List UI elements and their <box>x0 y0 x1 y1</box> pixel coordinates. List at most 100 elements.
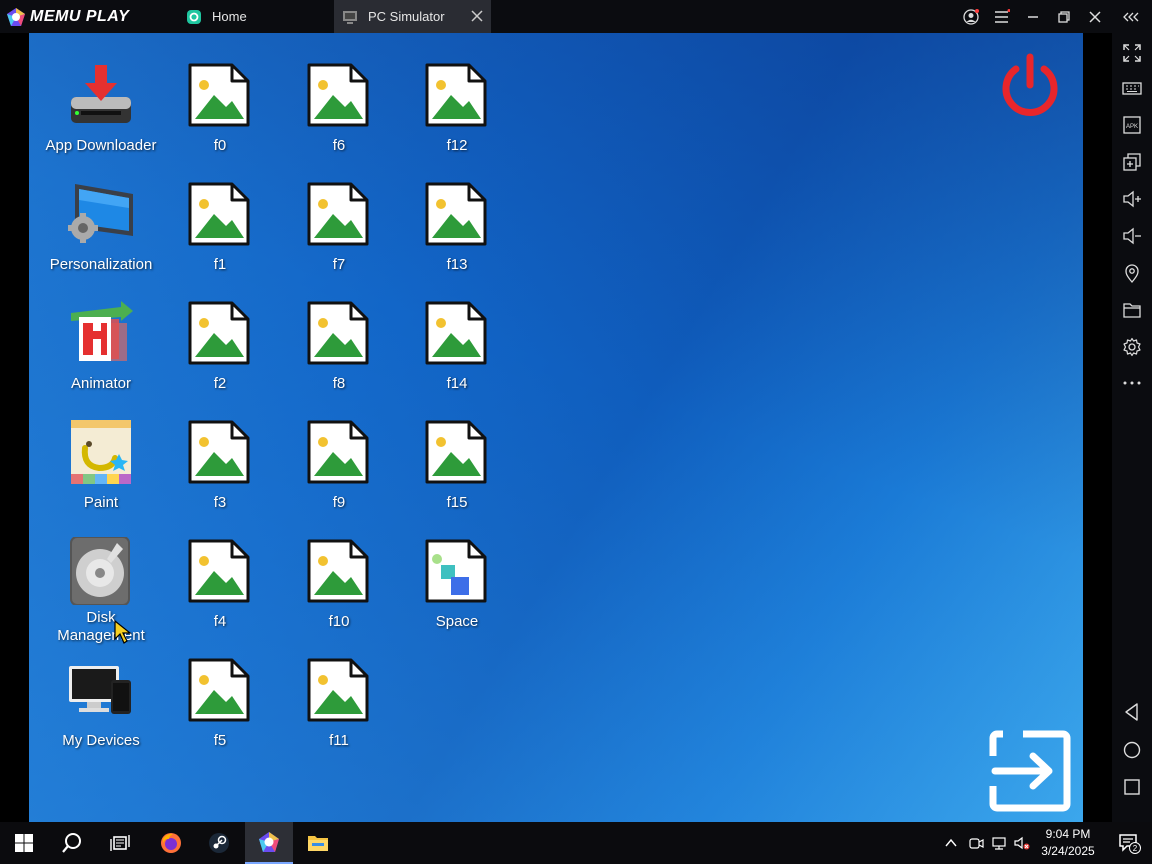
recents-square-icon <box>1124 779 1140 795</box>
app-downloader-shortcut[interactable]: App Downloader <box>41 61 161 155</box>
search-button[interactable] <box>48 822 96 864</box>
more-button[interactable] <box>1120 371 1144 395</box>
space-icon <box>425 539 487 603</box>
file-shortcut-f2[interactable]: f2 <box>160 299 280 393</box>
task-view-button[interactable] <box>96 822 144 864</box>
volume-down-button[interactable] <box>1120 224 1144 248</box>
steam-button[interactable] <box>195 822 243 864</box>
space-shortcut[interactable]: Space <box>397 537 517 631</box>
file-shortcut-f7[interactable]: f7 <box>279 180 399 274</box>
volume-muted-icon <box>1014 836 1030 850</box>
account-icon <box>962 8 979 25</box>
clock-time: 9:04 PM <box>1045 827 1091 841</box>
collapse-sidebar-button[interactable] <box>1110 0 1152 33</box>
notifications-button[interactable]: 2 <box>1106 822 1152 864</box>
paint-icon <box>71 420 131 484</box>
camera-icon <box>969 838 984 849</box>
location-button[interactable] <box>1120 261 1144 285</box>
exit-icon[interactable] <box>989 730 1071 812</box>
keyboard-icon <box>1122 82 1142 95</box>
power-icon[interactable] <box>997 53 1063 119</box>
personalization-shortcut[interactable]: Personalization <box>41 180 161 274</box>
file-shortcut-f11[interactable]: f11 <box>279 656 399 750</box>
image-file-icon <box>425 182 487 246</box>
disk-management-icon <box>70 537 130 605</box>
show-hidden-icons-button[interactable] <box>940 822 962 864</box>
settings-icon <box>1123 337 1141 357</box>
account-button[interactable] <box>955 0 986 33</box>
tab-home[interactable]: Home <box>178 0 328 33</box>
close-button[interactable] <box>1079 0 1110 33</box>
file-shortcut-f6[interactable]: f6 <box>279 61 399 155</box>
personalization-icon <box>68 184 133 243</box>
minimize-icon <box>1027 15 1038 18</box>
keyboard-button[interactable] <box>1120 76 1144 100</box>
file-shortcut-f10[interactable]: f10 <box>279 537 399 631</box>
file-label: f11 <box>329 732 349 749</box>
file-label: f10 <box>328 613 350 630</box>
file-label: f12 <box>446 137 468 154</box>
file-shortcut-f4[interactable]: f4 <box>160 537 280 631</box>
android-recents-button[interactable] <box>1120 775 1144 799</box>
image-file-icon <box>188 182 250 246</box>
file-shortcut-f8[interactable]: f8 <box>279 299 399 393</box>
disk-management-shortcut[interactable]: Disk Management <box>41 537 161 645</box>
menu-button[interactable] <box>986 0 1017 33</box>
restore-button[interactable] <box>1048 0 1079 33</box>
mouse-cursor-icon <box>114 619 132 644</box>
start-button[interactable] <box>0 822 48 864</box>
memu-gem-icon <box>7 8 25 26</box>
android-back-button[interactable] <box>1120 700 1144 724</box>
window-controls <box>955 0 1152 33</box>
space-label: Space <box>435 613 479 630</box>
file-label: f15 <box>446 494 468 511</box>
paint-label: Paint <box>83 494 119 511</box>
firefox-button[interactable] <box>147 822 195 864</box>
file-explorer-button[interactable] <box>294 822 342 864</box>
image-file-icon <box>188 658 250 722</box>
tab-pc-simulator[interactable]: PC Simulator <box>334 0 491 33</box>
firefox-icon <box>161 833 181 853</box>
title-bar: MEMU PLAY Home PC Simulator <box>0 0 1152 33</box>
settings-button[interactable] <box>1120 335 1144 359</box>
file-shortcut-f3[interactable]: f3 <box>160 418 280 512</box>
file-shortcut-f9[interactable]: f9 <box>279 418 399 512</box>
memu-taskbar-button[interactable] <box>245 822 293 864</box>
apk-button[interactable]: APK <box>1120 113 1144 137</box>
search-icon <box>62 833 81 853</box>
file-shortcut-f13[interactable]: f13 <box>397 180 517 274</box>
volume-up-button[interactable] <box>1120 187 1144 211</box>
android-home-button[interactable] <box>1120 738 1144 762</box>
file-label: f5 <box>213 732 227 749</box>
paint-shortcut[interactable]: Paint <box>41 418 161 512</box>
meet-now-button[interactable] <box>965 822 987 864</box>
file-shortcut-f5[interactable]: f5 <box>160 656 280 750</box>
disk-management-label: Disk Management <box>57 609 145 644</box>
fullscreen-button[interactable] <box>1120 41 1144 65</box>
multi-window-button[interactable] <box>1120 150 1144 174</box>
clock-date: 3/24/2025 <box>1041 844 1095 858</box>
windows-taskbar: 9:04 PM 3/24/2025 2 <box>0 822 1152 864</box>
file-shortcut-f15[interactable]: f15 <box>397 418 517 512</box>
image-file-icon <box>188 63 250 127</box>
image-file-icon <box>307 658 369 722</box>
file-shortcut-f0[interactable]: f0 <box>160 61 280 155</box>
file-label: f0 <box>213 137 227 154</box>
notification-count: 2 <box>1133 844 1138 853</box>
notification-icon: 2 <box>1119 834 1141 854</box>
my-devices-label: My Devices <box>62 732 140 749</box>
minimize-button[interactable] <box>1017 0 1048 33</box>
network-button[interactable] <box>988 822 1010 864</box>
file-label: f13 <box>446 256 468 273</box>
folder-icon <box>1123 303 1141 318</box>
apk-icon: APK <box>1123 116 1141 134</box>
image-file-icon <box>188 539 250 603</box>
animator-shortcut[interactable]: Animator <box>41 299 161 393</box>
my-devices-shortcut[interactable]: My Devices <box>41 656 161 750</box>
file-shortcut-f1[interactable]: f1 <box>160 180 280 274</box>
file-shortcut-f14[interactable]: f14 <box>397 299 517 393</box>
file-shortcut-f12[interactable]: f12 <box>397 61 517 155</box>
taskbar-clock[interactable]: 9:04 PM 3/24/2025 <box>1030 826 1106 860</box>
close-tab-icon[interactable] <box>469 8 485 24</box>
folder-button[interactable] <box>1120 298 1144 322</box>
